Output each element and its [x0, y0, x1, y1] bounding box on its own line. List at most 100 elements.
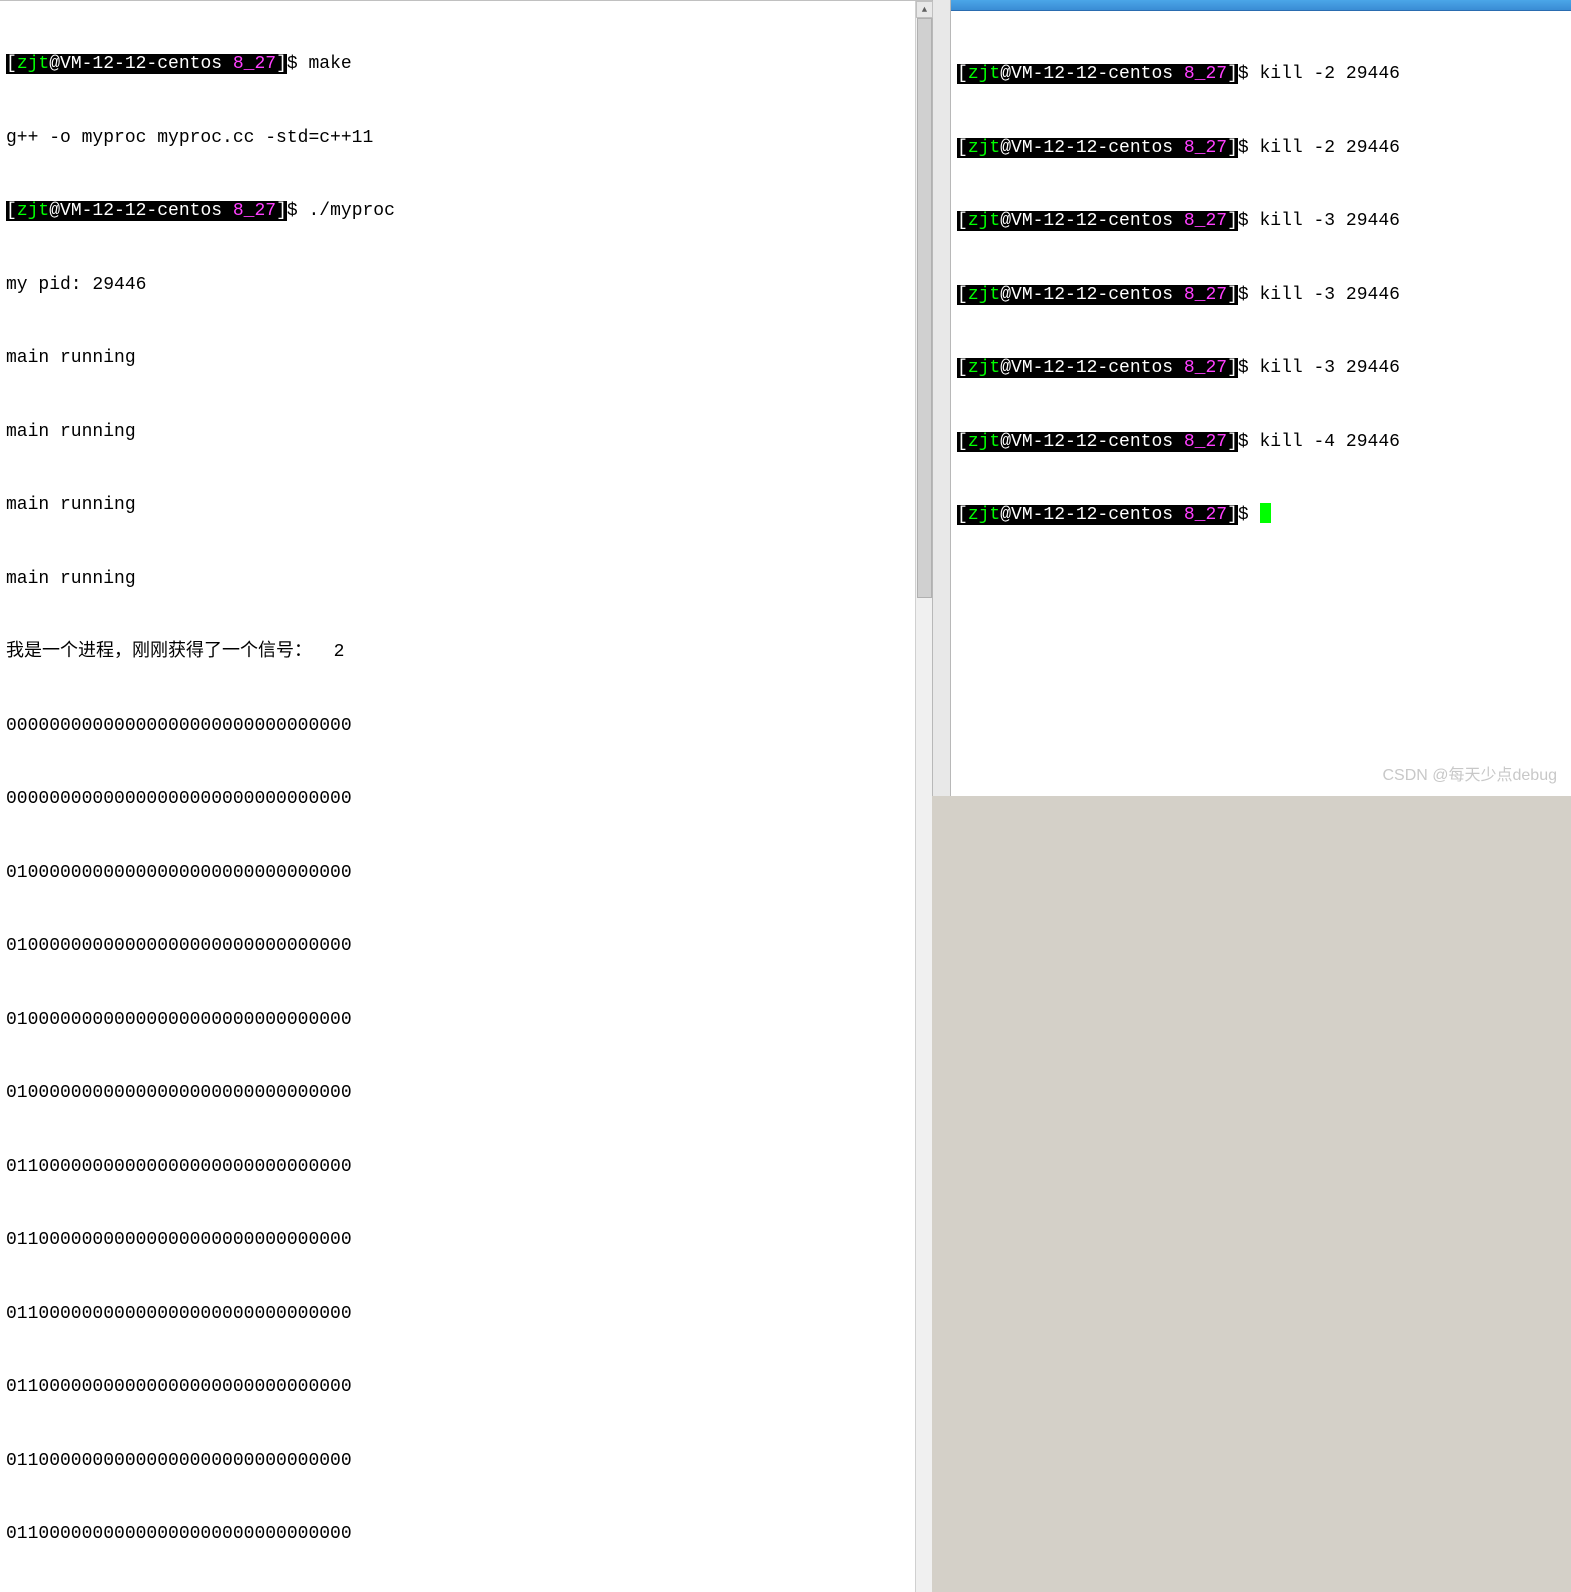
bracket-close: ]: [1227, 211, 1238, 231]
prompt-host: @VM-12-12-centos: [1000, 505, 1184, 525]
cursor-icon: [1260, 503, 1271, 523]
output-line: 00000000000000000000000000000000: [6, 714, 909, 739]
output-line: g++ -o myproc myproc.cc -std=c++11: [6, 126, 909, 151]
prompt-path: 8_27: [1184, 505, 1227, 525]
prompt-dollar: $: [1238, 432, 1260, 452]
prompt-user: zjt: [17, 54, 49, 74]
prompt-dollar: $: [287, 54, 309, 74]
bracket-close: ]: [276, 54, 287, 74]
bracket-open: [: [957, 138, 968, 158]
prompt-path: 8_27: [1184, 211, 1227, 231]
bracket-open: [: [957, 64, 968, 84]
prompt-line: [zjt@VM-12-12-centos 8_27]$ kill -2 2944…: [957, 62, 1565, 87]
command-text: kill -4 29446: [1260, 432, 1400, 452]
prompt-line: [zjt@VM-12-12-centos 8_27]$ kill -4 2944…: [957, 430, 1565, 455]
output-line: 01100000000000000000000000000000: [6, 1522, 909, 1547]
bracket-open: [: [6, 54, 17, 74]
bracket-close: ]: [1227, 505, 1238, 525]
prompt-dollar: $: [1238, 211, 1260, 231]
output-line: 01100000000000000000000000000000: [6, 1449, 909, 1474]
bracket-open: [: [957, 358, 968, 378]
prompt-path: 8_27: [1184, 285, 1227, 305]
prompt-line: [zjt@VM-12-12-centos 8_27]$ make: [6, 52, 909, 77]
prompt-dollar: $: [1238, 64, 1260, 84]
command-text: kill -3 29446: [1260, 358, 1400, 378]
prompt-user: zjt: [17, 201, 49, 221]
prompt-path: 8_27: [233, 54, 276, 74]
output-line: 01100000000000000000000000000000: [6, 1375, 909, 1400]
command-text: ./myproc: [309, 201, 395, 221]
prompt-dollar: $: [1238, 138, 1260, 158]
output-line: main running: [6, 420, 909, 445]
prompt-path: 8_27: [233, 201, 276, 221]
bracket-open: [: [6, 201, 17, 221]
output-line: 我是一个进程，刚刚获得了一个信号： 2: [6, 640, 909, 665]
prompt-host: @VM-12-12-centos: [49, 54, 233, 74]
prompt-path: 8_27: [1184, 358, 1227, 378]
output-line: 00000000000000000000000000000000: [6, 787, 909, 812]
watermark-text: CSDN @每天少点debug: [1382, 764, 1557, 789]
right-terminal[interactable]: [zjt@VM-12-12-centos 8_27]$ kill -2 2944…: [951, 11, 1571, 796]
command-text: kill -3 29446: [1260, 285, 1400, 305]
bracket-open: [: [957, 432, 968, 452]
prompt-user: zjt: [968, 285, 1000, 305]
output-line: 01000000000000000000000000000000: [6, 861, 909, 886]
output-line: 01000000000000000000000000000000: [6, 1008, 909, 1033]
output-line: main running: [6, 567, 909, 592]
prompt-user: zjt: [968, 358, 1000, 378]
output-line: 01000000000000000000000000000000: [6, 934, 909, 959]
command-text: kill -2 29446: [1260, 138, 1400, 158]
prompt-line: [zjt@VM-12-12-centos 8_27]$: [957, 503, 1565, 528]
bracket-close: ]: [1227, 358, 1238, 378]
prompt-user: zjt: [968, 64, 1000, 84]
prompt-user: zjt: [968, 138, 1000, 158]
prompt-dollar: $: [1238, 358, 1260, 378]
bracket-open: [: [957, 211, 968, 231]
bracket-open: [: [957, 505, 968, 525]
output-line: 01100000000000000000000000000000: [6, 1155, 909, 1180]
left-content-row: [zjt@VM-12-12-centos 8_27]$ make g++ -o …: [0, 1, 932, 1592]
output-line: 01000000000000000000000000000000: [6, 1081, 909, 1106]
right-pane: [zjt@VM-12-12-centos 8_27]$ kill -2 2944…: [951, 0, 1571, 796]
prompt-path: 8_27: [1184, 64, 1227, 84]
prompt-host: @VM-12-12-centos: [1000, 64, 1184, 84]
prompt-dollar: $: [1238, 505, 1260, 525]
bracket-close: ]: [1227, 285, 1238, 305]
prompt-user: zjt: [968, 211, 1000, 231]
prompt-path: 8_27: [1184, 432, 1227, 452]
left-terminal[interactable]: [zjt@VM-12-12-centos 8_27]$ make g++ -o …: [0, 1, 915, 1592]
prompt-host: @VM-12-12-centos: [49, 201, 233, 221]
left-pane: [zjt@VM-12-12-centos 8_27]$ make g++ -o …: [0, 0, 932, 796]
prompt-line: [zjt@VM-12-12-centos 8_27]$ ./myproc: [6, 199, 909, 224]
prompt-line: [zjt@VM-12-12-centos 8_27]$ kill -2 2944…: [957, 136, 1565, 161]
left-scrollbar[interactable]: ▲ ▼: [915, 1, 932, 1592]
bracket-close: ]: [1227, 64, 1238, 84]
prompt-line: [zjt@VM-12-12-centos 8_27]$ kill -3 2944…: [957, 209, 1565, 234]
prompt-dollar: $: [1238, 285, 1260, 305]
bracket-close: ]: [276, 201, 287, 221]
prompt-line: [zjt@VM-12-12-centos 8_27]$ kill -3 2944…: [957, 283, 1565, 308]
prompt-dollar: $: [287, 201, 309, 221]
prompt-line: [zjt@VM-12-12-centos 8_27]$ kill -3 2944…: [957, 356, 1565, 381]
prompt-host: @VM-12-12-centos: [1000, 432, 1184, 452]
pane-divider[interactable]: [932, 0, 951, 796]
output-line: my pid: 29446: [6, 273, 909, 298]
scroll-thumb[interactable]: [917, 18, 932, 598]
output-line: main running: [6, 346, 909, 371]
prompt-host: @VM-12-12-centos: [1000, 211, 1184, 231]
output-line: 01100000000000000000000000000000: [6, 1228, 909, 1253]
output-line: 01100000000000000000000000000000: [6, 1302, 909, 1327]
prompt-user: zjt: [968, 505, 1000, 525]
command-text: make: [309, 54, 352, 74]
bracket-open: [: [957, 285, 968, 305]
prompt-host: @VM-12-12-centos: [1000, 138, 1184, 158]
prompt-user: zjt: [968, 432, 1000, 452]
command-text: kill -3 29446: [1260, 211, 1400, 231]
scroll-up-icon[interactable]: ▲: [916, 1, 933, 18]
prompt-host: @VM-12-12-centos: [1000, 358, 1184, 378]
prompt-host: @VM-12-12-centos: [1000, 285, 1184, 305]
output-line: main running: [6, 493, 909, 518]
prompt-path: 8_27: [1184, 138, 1227, 158]
bracket-close: ]: [1227, 432, 1238, 452]
right-top-bar: [951, 0, 1571, 11]
